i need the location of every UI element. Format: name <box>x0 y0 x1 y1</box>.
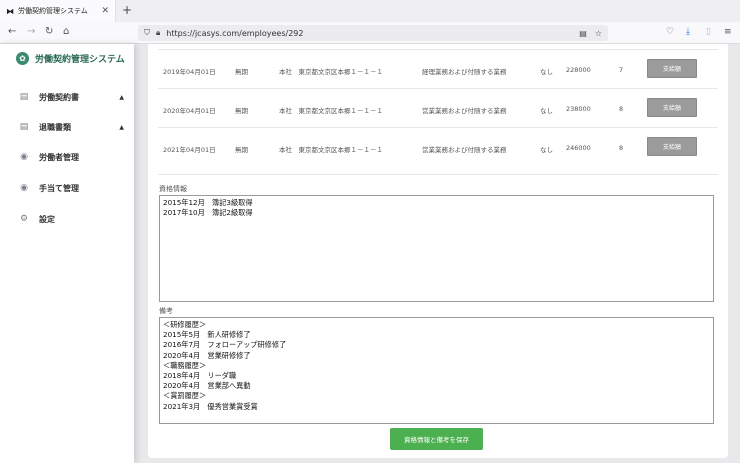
grade-cell: 8 <box>619 144 624 152</box>
shield-icon[interactable]: ⛉ <box>144 28 150 38</box>
textarea-line: 2017年10月 簿記2級取得 <box>163 208 253 218</box>
textarea-line: 2021年3月 優秀営業賞受賞 <box>163 401 258 411</box>
reload-icon[interactable]: ↻ <box>45 26 53 37</box>
document-icon: ▤ <box>19 122 29 132</box>
lock-icon[interactable]: 🔒︎ <box>156 28 160 38</box>
textarea-line: 2018年4月 リーダ職 <box>163 371 237 381</box>
workplace-cell: 本社 東京都文京区本郷１－１－１ <box>279 146 383 154</box>
brand-logo-icon: ✿ <box>16 52 29 65</box>
remarks-textarea[interactable]: ＜研修履歴＞ 2015年5月 新人研修修了 2016年7月 フォローアップ研修修… <box>159 317 714 424</box>
gear-icon: ⚙ <box>19 214 29 224</box>
save-qualifications-remarks-button[interactable]: 資格情報と備考を保存 <box>390 428 483 450</box>
pocket-icon[interactable]: ♡ <box>666 27 674 37</box>
date-cell: 2019年04月01日 <box>163 68 216 76</box>
forward-icon[interactable]: → <box>27 26 35 37</box>
grade-cell: 8 <box>619 105 624 113</box>
pay-amount-button[interactable]: 支給額 <box>647 98 697 117</box>
table-row: 2019年04月01日 無期 本社 東京都文京区本郷１－１－１ 経理業務および付… <box>158 49 718 88</box>
period-cell: 無期 <box>235 68 248 76</box>
textarea-line: ＜賞罰履歴＞ <box>163 391 207 401</box>
document-icon: ▤ <box>19 92 29 102</box>
remarks-label: 備考 <box>159 307 173 315</box>
overtime-cell: なし <box>540 146 553 154</box>
url-text[interactable]: https://jcasys.com/employees/292 <box>166 29 571 38</box>
sidebar-item-label: 手当て管理 <box>39 183 79 193</box>
date-cell: 2021年04月01日 <box>163 146 216 154</box>
textarea-line: ＜研修履歴＞ <box>163 320 207 329</box>
extensions-icon[interactable]: ▯ <box>706 27 711 37</box>
table-row: 2020年04月01日 無期 本社 東京都文京区本郷１－１－１ 営業業務および付… <box>158 88 718 127</box>
table-row: 2021年04月01日 無期 本社 東京都文京区本郷１－１－１ 営業業務および付… <box>158 127 718 166</box>
overtime-cell: なし <box>540 68 553 76</box>
sidebar-item-allowances[interactable]: ◉ 手当て管理 <box>18 180 124 196</box>
textarea-line: 2015年12月 簿記3級取得 <box>163 198 253 207</box>
workplace-cell: 本社 東京都文京区本郷１－１－１ <box>279 107 383 115</box>
download-icon[interactable]: ⤓ <box>686 27 690 37</box>
work-cell: 営業業務および付随する業務 <box>422 107 507 115</box>
work-cell: 経理業務および付随する業務 <box>422 68 507 76</box>
home-icon[interactable]: ⌂ <box>63 26 69 37</box>
sidebar-item-label: 労働契約書 <box>39 92 79 102</box>
caret-up-icon: ▲ <box>119 123 124 131</box>
sidebar-item-workers[interactable]: ◉ 労働者管理 <box>18 149 124 165</box>
pay-amount-button[interactable]: 支給額 <box>647 59 697 78</box>
textarea-line: 2016年7月 フォローアップ研修修了 <box>163 340 287 350</box>
url-bar[interactable]: ⛉ 🔒︎ https://jcasys.com/employees/292 ▤ … <box>138 25 608 41</box>
salary-cell: 246000 <box>566 144 591 152</box>
qualifications-textarea[interactable]: 2015年12月 簿記3級取得 2017年10月 簿記2級取得 <box>159 195 714 302</box>
browser-nav-bar: ← → ↻ ⌂ ⛉ 🔒︎ https://jcasys.com/employee… <box>0 22 740 44</box>
grade-cell: 7 <box>619 66 624 74</box>
work-cell: 営業業務および付随する業務 <box>422 146 507 154</box>
menu-icon[interactable]: ≡ <box>724 27 732 37</box>
workplace-cell: 本社 東京都文京区本郷１－１－１ <box>279 68 383 76</box>
tab-title: 労働契約管理システム <box>18 7 88 15</box>
sidebar-item-label: 設定 <box>39 214 55 224</box>
browser-tab[interactable]: ⧓ 労働契約管理システム ✕ <box>0 0 116 22</box>
sidebar-item-contracts[interactable]: ▤ 労働契約書 ▲ <box>18 89 124 105</box>
back-icon[interactable]: ← <box>8 26 16 37</box>
textarea-line: 2020年4月 営業部へ異動 <box>163 381 251 391</box>
close-tab-icon[interactable]: ✕ <box>101 6 109 16</box>
sidebar-item-label: 退職書類 <box>39 122 71 132</box>
sidebar: ✿ 労働契約管理システム ▤ 労働契約書 ▲ ▤ 退職書類 ▲ ◉ 労働者管理 … <box>0 44 134 463</box>
textarea-line: 2020年4月 営業研修修了 <box>163 350 251 360</box>
caret-up-icon: ▲ <box>119 93 124 101</box>
reader-view-icon[interactable]: ▤ <box>579 29 587 38</box>
date-cell: 2020年04月01日 <box>163 107 216 115</box>
salary-cell: 238000 <box>566 105 591 113</box>
table-bottom-divider <box>158 174 718 175</box>
user-icon: ◉ <box>20 152 28 162</box>
new-tab-icon[interactable]: + <box>122 3 132 17</box>
pay-amount-button[interactable]: 支給額 <box>647 137 697 156</box>
qualifications-label: 資格情報 <box>159 185 187 193</box>
sidebar-item-label: 労働者管理 <box>39 152 79 162</box>
textarea-line: ＜職務履歴＞ <box>163 360 207 370</box>
brand[interactable]: ✿ 労働契約管理システム <box>16 52 125 65</box>
sidebar-item-settings[interactable]: ⚙ 設定 <box>18 211 124 227</box>
bookmark-star-icon[interactable]: ☆ <box>595 29 602 38</box>
overtime-cell: なし <box>540 107 553 115</box>
period-cell: 無期 <box>235 107 248 115</box>
brand-name: 労働契約管理システム <box>35 55 125 65</box>
period-cell: 無期 <box>235 146 248 154</box>
site-favicon-icon: ⧓ <box>6 6 14 16</box>
salary-cell: 228000 <box>566 66 591 74</box>
employee-detail-panel: 2019年04月01日 無期 本社 東京都文京区本郷１－１－１ 経理業務および付… <box>148 44 728 458</box>
textarea-line: 2015年5月 新人研修修了 <box>163 330 251 340</box>
browser-tab-bar: ⧓ 労働契約管理システム ✕ + <box>0 0 740 22</box>
user-icon: ◉ <box>20 183 28 193</box>
sidebar-item-retirement[interactable]: ▤ 退職書類 ▲ <box>18 119 124 135</box>
